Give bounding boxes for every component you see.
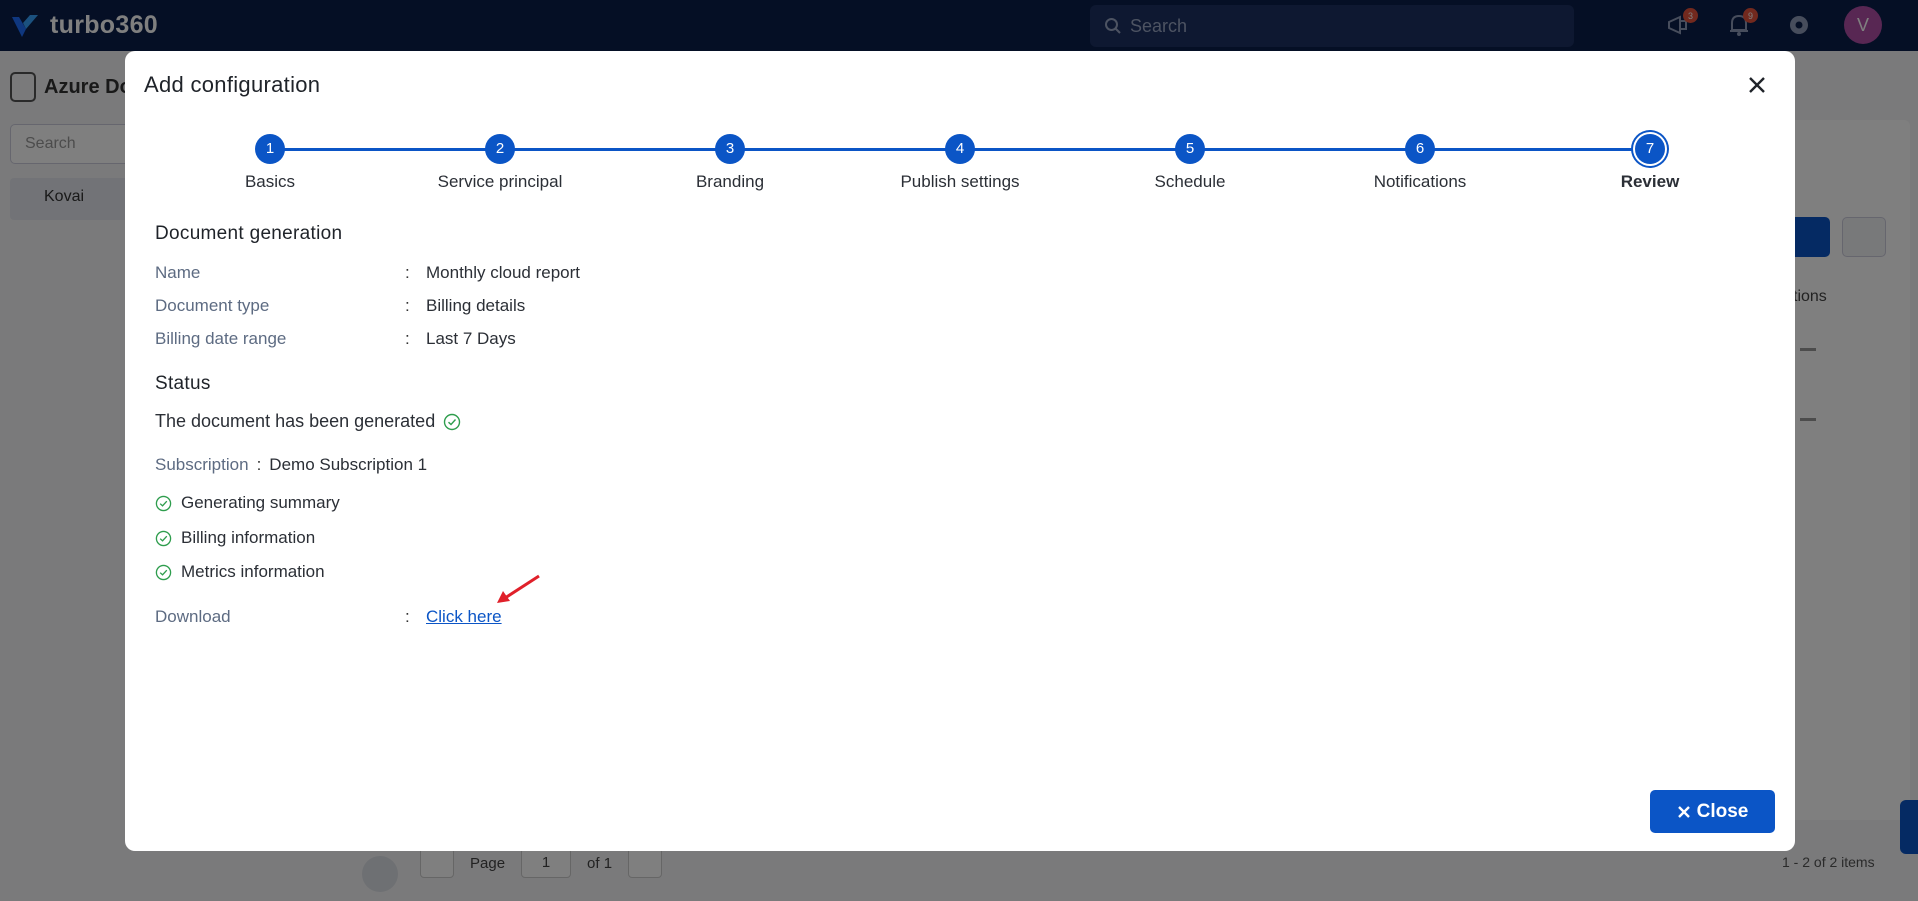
annotation-arrow-icon (497, 574, 540, 603)
name-value: Monthly cloud report (426, 263, 581, 282)
check-item-label: Metrics information (181, 562, 325, 581)
close-icon (1677, 805, 1690, 818)
step-basics[interactable]: 1 Basics (170, 131, 370, 192)
step-publish-settings[interactable]: 4 Publish settings (860, 131, 1060, 192)
subscription-label: Subscription (155, 455, 249, 474)
step-label: Publish settings (900, 172, 1020, 191)
document-type-row: Document type : Billing details (155, 294, 525, 318)
close-button-label: Close (1696, 800, 1749, 822)
check-item-billing-information: Billing information (155, 528, 315, 548)
wizard-stepper: 1 Basics 2 Service principal 3 Branding … (125, 131, 1795, 201)
separator: : (405, 263, 410, 282)
step-number: 1 (255, 134, 285, 164)
step-number: 6 (1405, 134, 1435, 164)
separator: : (405, 296, 410, 315)
step-number: 2 (485, 134, 515, 164)
status-message-text: The document has been generated (155, 411, 436, 431)
close-button[interactable]: Close (1650, 790, 1775, 833)
billing-date-range-row: Billing date range : Last 7 Days (155, 327, 516, 351)
separator: : (405, 607, 410, 626)
download-label: Download (155, 607, 231, 626)
status-heading: Status (155, 373, 211, 394)
step-number: 4 (945, 134, 975, 164)
check-circle-icon (155, 564, 172, 580)
step-branding[interactable]: 3 Branding (630, 131, 830, 192)
separator: : (256, 455, 262, 474)
separator: : (405, 329, 410, 348)
step-label: Schedule (1154, 172, 1226, 191)
billing-date-range-label: Billing date range (155, 329, 287, 348)
step-schedule[interactable]: 5 Schedule (1090, 131, 1290, 192)
subscription-value: Demo Subscription 1 (269, 455, 428, 474)
download-link[interactable]: Click here (426, 607, 502, 627)
name-label: Name (155, 263, 201, 282)
step-label: Basics (244, 172, 296, 191)
dialog-title: Add configuration (144, 72, 321, 97)
step-label: Service principal (437, 172, 563, 191)
step-label: Review (1620, 172, 1680, 191)
check-circle-icon (444, 413, 461, 430)
step-label: Branding (695, 172, 765, 191)
billing-date-range-value: Last 7 Days (426, 329, 516, 348)
check-circle-icon (155, 530, 172, 546)
close-icon[interactable] (1742, 70, 1772, 100)
status-message: The document has been generated (155, 411, 461, 432)
subscription-row: Subscription : Demo Subscription 1 (155, 455, 427, 475)
step-number: 7 (1635, 134, 1665, 164)
check-item-generating-summary: Generating summary (155, 493, 340, 513)
check-circle-icon (155, 495, 172, 511)
step-number: 5 (1175, 134, 1205, 164)
document-type-label: Document type (155, 296, 270, 315)
document-type-value: Billing details (426, 296, 526, 315)
check-item-metrics-information: Metrics information (155, 562, 325, 582)
add-configuration-dialog: Add configuration 1 Basics 2 Service pri… (125, 51, 1795, 851)
step-number: 3 (715, 134, 745, 164)
document-generation-heading: Document generation (155, 223, 343, 244)
step-notifications[interactable]: 6 Notifications (1320, 131, 1520, 192)
step-review[interactable]: 7 Review (1550, 131, 1750, 192)
check-item-label: Billing information (181, 528, 316, 547)
step-service-principal[interactable]: 2 Service principal (400, 131, 600, 192)
check-item-label: Generating summary (181, 493, 340, 512)
step-label: Notifications (1373, 172, 1467, 191)
name-row: Name : Monthly cloud report (155, 261, 580, 285)
download-row: Download : Click here (155, 605, 502, 629)
